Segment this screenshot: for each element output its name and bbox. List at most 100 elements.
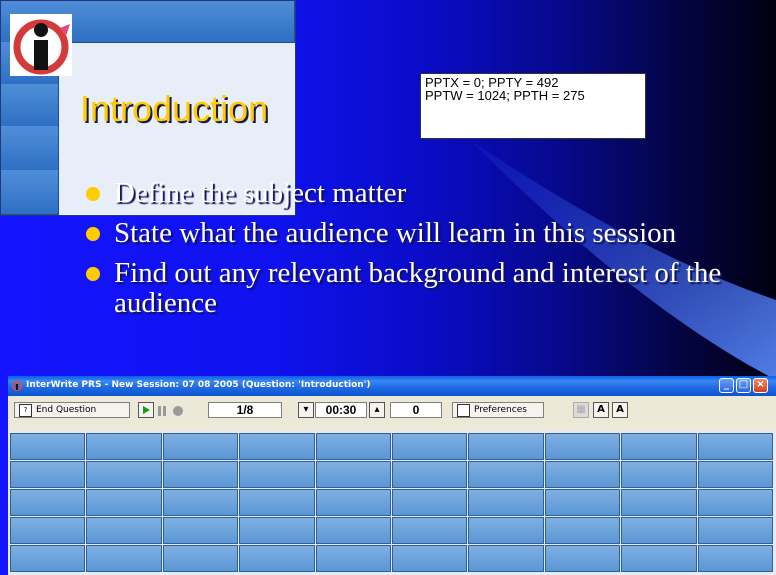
bullet-dot-icon	[86, 227, 100, 241]
response-cell	[392, 489, 468, 516]
question-counter: 1/8	[208, 402, 282, 418]
response-cell	[315, 489, 391, 516]
response-cell	[468, 517, 544, 544]
timer-increase-button[interactable]: ▴	[369, 402, 385, 418]
bullet-text: Find out any relevant background and int…	[114, 257, 722, 319]
response-cell	[621, 433, 697, 460]
record-button[interactable]	[172, 404, 184, 416]
end-question-label: End Question	[36, 405, 97, 415]
response-cell	[315, 517, 391, 544]
response-cell	[10, 517, 86, 544]
font-larger-button[interactable]: A	[612, 402, 628, 418]
disabled-tool-button[interactable]: ▦	[573, 402, 589, 418]
question-icon: ?	[19, 404, 32, 417]
response-cell	[162, 489, 239, 516]
response-cell	[10, 489, 86, 516]
bullet-dot-icon	[86, 187, 100, 201]
chevron-down-icon: ▾	[303, 404, 309, 415]
response-cell	[697, 489, 773, 516]
response-cell	[697, 545, 773, 572]
response-count: 0	[390, 402, 442, 418]
interwrite-logo	[10, 14, 72, 76]
response-cell	[697, 433, 773, 460]
response-cell	[621, 545, 697, 572]
response-cell	[621, 517, 697, 544]
response-cell	[10, 461, 86, 488]
response-cell	[392, 517, 468, 544]
end-question-button[interactable]: ? End Question	[14, 402, 130, 418]
response-cell	[697, 461, 773, 488]
response-cell	[10, 433, 86, 460]
response-cell	[392, 433, 468, 460]
prs-toolbar: ? End Question 1/8 ▾ 00:30 ▴ 0 Preference…	[8, 396, 776, 424]
response-cell	[162, 545, 239, 572]
response-cell	[10, 545, 86, 572]
close-icon: ×	[756, 379, 765, 390]
pause-button[interactable]	[157, 404, 169, 416]
preferences-icon	[457, 404, 470, 417]
response-cell	[86, 517, 162, 544]
pause-icon	[158, 406, 166, 416]
response-cell	[315, 433, 391, 460]
response-cell	[468, 545, 544, 572]
response-cell	[86, 433, 162, 460]
response-cell	[697, 517, 773, 544]
bullet-item: Find out any relevant background and int…	[86, 258, 726, 318]
window-titlebar[interactable]: InterWrite PRS - New Session: 07 08 2005…	[8, 376, 776, 396]
app-icon	[12, 381, 22, 391]
response-cell	[544, 489, 621, 516]
font-size-icon: A	[597, 404, 605, 415]
response-cell	[544, 433, 621, 460]
timer-decrease-button[interactable]: ▾	[298, 402, 314, 418]
maximize-icon: □	[738, 379, 749, 390]
response-cell	[392, 545, 468, 572]
timer-display[interactable]: 00:30	[315, 402, 367, 418]
record-icon	[173, 406, 183, 416]
bullet-item: Define the subject matter	[86, 178, 726, 208]
font-smaller-button[interactable]: A	[593, 402, 609, 418]
coordinates-info-box: PPTX = 0; PPTY = 492 PPTW = 1024; PPTH =…	[420, 73, 646, 139]
response-cell	[468, 461, 544, 488]
response-cell	[621, 461, 697, 488]
response-cell	[86, 545, 162, 572]
response-cell	[162, 461, 239, 488]
slide-bullet-list: Define the subject matter State what the…	[86, 178, 726, 328]
window-title: InterWrite PRS - New Session: 07 08 2005…	[26, 380, 371, 390]
response-cell	[544, 517, 621, 544]
response-grid	[8, 431, 776, 575]
response-cell	[239, 517, 315, 544]
bullet-text: Define the subject matter	[114, 177, 407, 209]
close-button[interactable]: ×	[753, 378, 768, 393]
response-cell	[162, 433, 239, 460]
response-cell	[239, 545, 315, 572]
response-cell	[162, 517, 239, 544]
chevron-up-icon: ▴	[374, 404, 380, 415]
minimize-button[interactable]: _	[719, 378, 734, 393]
slide-title: Introduction	[80, 88, 269, 129]
preferences-label: Preferences	[474, 405, 527, 415]
response-cell	[239, 433, 315, 460]
response-cell	[239, 461, 315, 488]
interwrite-prs-window: InterWrite PRS - New Session: 07 08 2005…	[8, 376, 776, 575]
response-cell	[315, 461, 391, 488]
response-cell	[544, 461, 621, 488]
response-cell	[239, 489, 315, 516]
play-icon	[143, 406, 150, 414]
play-button[interactable]	[138, 402, 154, 418]
info-line: PPTW = 1024; PPTH = 275	[425, 88, 585, 103]
maximize-button[interactable]: □	[736, 378, 751, 393]
response-cell	[468, 489, 544, 516]
response-cell	[392, 461, 468, 488]
preferences-button[interactable]: Preferences	[452, 402, 544, 418]
response-cell	[544, 545, 621, 572]
bullet-text: State what the audience will learn in th…	[114, 217, 677, 249]
response-cell	[315, 545, 391, 572]
bullet-item: State what the audience will learn in th…	[86, 218, 726, 248]
response-cell	[86, 461, 162, 488]
minimize-icon: _	[724, 379, 729, 390]
grid-icon: ▦	[576, 404, 586, 415]
response-cell	[86, 489, 162, 516]
font-size-icon: A	[616, 404, 624, 415]
response-cell	[621, 489, 697, 516]
bullet-dot-icon	[86, 267, 100, 281]
